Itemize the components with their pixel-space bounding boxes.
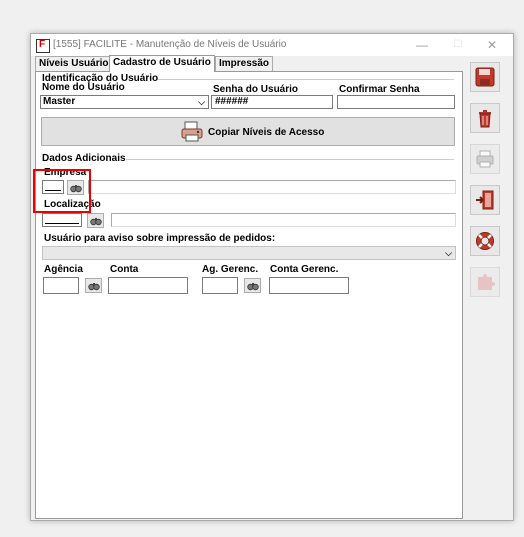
senha-usuario-field[interactable]: ###### (211, 95, 333, 109)
nome-usuario-value: Master (43, 96, 76, 107)
conta-field[interactable] (108, 277, 188, 294)
delete-button[interactable] (470, 103, 500, 133)
conta-gerenc-field[interactable] (269, 277, 349, 294)
agencia-field[interactable] (43, 277, 79, 294)
copiar-niveis-button[interactable]: Copiar Níveis de Acesso (41, 117, 455, 146)
aviso-impressao-select[interactable]: ⌵ (42, 246, 456, 260)
section-divider (158, 79, 454, 80)
tab-niveis-usuario[interactable]: Níveis Usuário (35, 56, 113, 71)
senha-usuario-label: Senha do Usuário (213, 84, 299, 95)
extra-button[interactable] (470, 267, 500, 297)
conta-label: Conta (110, 264, 139, 275)
agencia-search-button[interactable] (85, 278, 102, 293)
action-sidebar (467, 56, 511, 518)
conta-gerenc-label: Conta Gerenc. (270, 264, 339, 275)
lifebuoy-icon (476, 232, 494, 250)
binoculars-icon (247, 283, 259, 291)
localizacao-name-field[interactable] (111, 213, 456, 227)
exit-button[interactable] (470, 185, 500, 215)
trash-can-icon (479, 110, 491, 128)
help-button[interactable] (470, 226, 500, 256)
main-window: [1555] FACILITE - Manutenção de Níveis d… (30, 33, 514, 521)
printer-icon (476, 150, 494, 168)
confirmar-senha-field[interactable] (337, 95, 455, 109)
chevron-down-icon: ⌵ (198, 97, 205, 107)
cadastro-panel: Identificação do Usuário Nome do Usuário… (35, 71, 463, 519)
app-logo-icon (36, 39, 50, 53)
puzzle-icon (478, 274, 495, 290)
section-divider (126, 159, 454, 160)
tab-impressao[interactable]: Impressão (215, 56, 274, 71)
floppy-disk-icon (475, 67, 495, 87)
printer-copy-icon (180, 121, 204, 143)
chevron-down-icon: ⌵ (445, 248, 452, 258)
print-button[interactable] (470, 144, 500, 174)
tab-cadastro-usuario[interactable]: Cadastro de Usuário (109, 55, 215, 72)
close-button[interactable]: ✕ (477, 37, 507, 53)
title-bar: [1555] FACILITE - Manutenção de Níveis d… (31, 34, 513, 56)
save-button[interactable] (470, 62, 500, 92)
section-dados-title: Dados Adicionais (42, 153, 126, 164)
exit-door-icon (476, 190, 494, 210)
empresa-name-field[interactable] (88, 180, 456, 194)
ag-gerenc-field[interactable] (202, 277, 238, 294)
minimize-button[interactable]: — (407, 37, 437, 53)
confirmar-senha-label: Confirmar Senha (339, 84, 420, 95)
localizacao-code-field[interactable] (42, 213, 82, 227)
ag-gerenc-label: Ag. Gerenc. (202, 264, 259, 275)
localizacao-search-button[interactable] (87, 213, 104, 228)
binoculars-icon (90, 218, 102, 226)
maximize-button[interactable]: ☐ (443, 37, 473, 53)
copiar-niveis-label: Copiar Níveis de Acesso (208, 127, 325, 138)
agencia-label: Agência (44, 264, 83, 275)
aviso-impressao-label: Usuário para aviso sobre impressão de pe… (44, 233, 276, 244)
ag-gerenc-search-button[interactable] (244, 278, 261, 293)
binoculars-icon (88, 283, 100, 291)
highlight-box (33, 169, 91, 213)
window-title: [1555] FACILITE - Manutenção de Níveis d… (53, 39, 287, 50)
nome-usuario-label: Nome do Usuário (42, 82, 125, 93)
nome-usuario-select[interactable]: Master ⌵ (40, 95, 209, 109)
